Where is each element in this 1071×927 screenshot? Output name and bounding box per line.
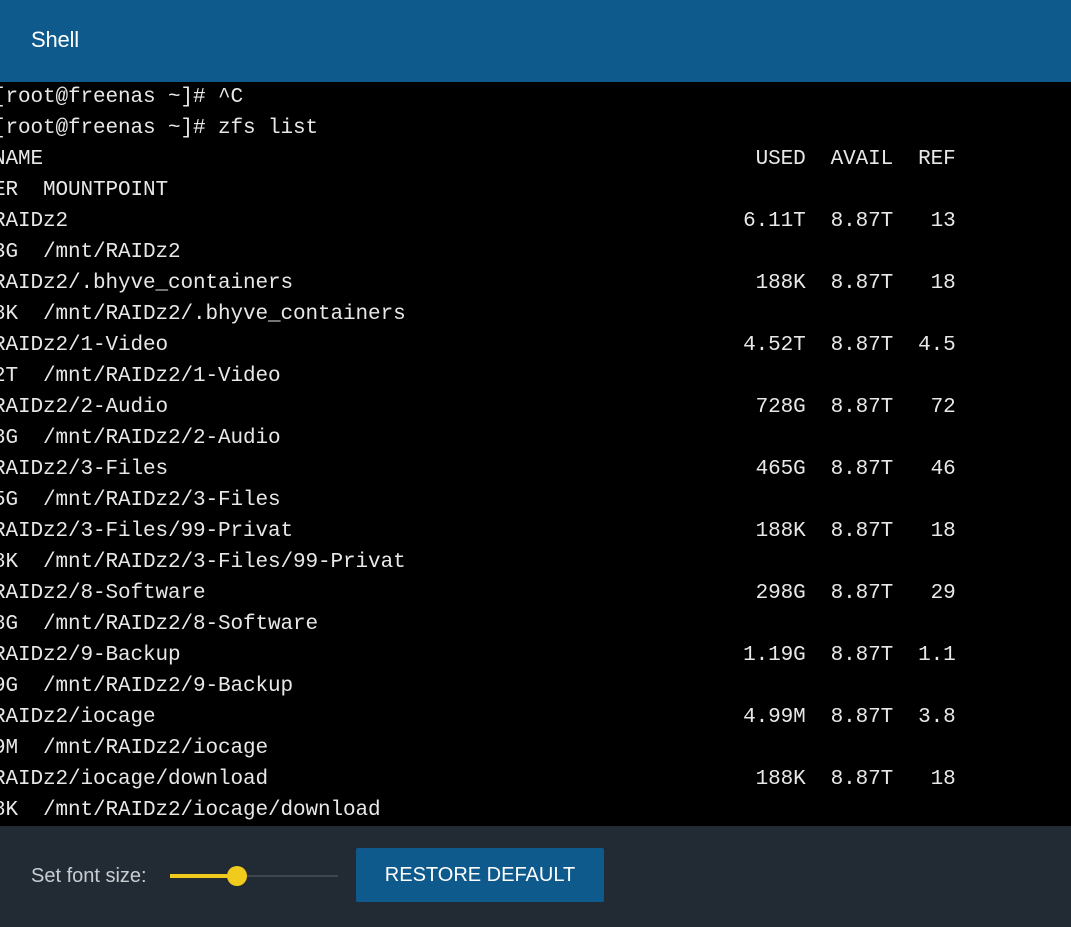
terminal-line: RAIDz2 6.11T 8.87T 13: [0, 210, 956, 233]
terminal-line: RAIDz2/3-Files 465G 8.87T 46: [0, 458, 956, 481]
terminal-line: 8G /mnt/RAIDz2/8-Software: [0, 613, 319, 636]
terminal-line: RAIDz2/9-Backup 1.19G 8.87T 1.1: [0, 644, 956, 667]
terminal-line: ER MOUNTPOINT: [0, 179, 169, 202]
restore-default-button[interactable]: RESTORE DEFAULT: [356, 848, 604, 902]
terminal-line: 8K /mnt/RAIDz2/.bhyve_containers: [0, 303, 406, 326]
terminal-line: 5G /mnt/RAIDz2/3-Files: [0, 489, 281, 512]
terminal-line: 3G /mnt/RAIDz2: [0, 241, 181, 264]
terminal-line: 9G /mnt/RAIDz2/9-Backup: [0, 675, 294, 698]
terminal-line: 8G /mnt/RAIDz2/2-Audio: [0, 427, 281, 450]
slider-thumb[interactable]: [227, 866, 247, 886]
terminal-window[interactable]: [root@freenas ~]# ^C [root@freenas ~]# zf…: [0, 82, 1071, 826]
terminal-line: RAIDz2/3-Files/99-Privat 188K 8.87T 18: [0, 520, 956, 543]
terminal-line: RAIDz2/8-Software 298G 8.87T 29: [0, 582, 956, 605]
terminal-line: RAIDz2/.bhyve_containers 188K 8.87T 18: [0, 272, 956, 295]
terminal-line: 8K /mnt/RAIDz2/iocage/download: [0, 799, 381, 822]
font-size-toolbar: Set font size: RESTORE DEFAULT: [0, 826, 1071, 927]
font-size-label: Set font size:: [31, 865, 147, 887]
terminal-line: 2T /mnt/RAIDz2/1-Video: [0, 365, 281, 388]
terminal-line: 9M /mnt/RAIDz2/iocage: [0, 737, 269, 760]
page-header: Shell: [0, 0, 1071, 82]
terminal-line: RAIDz2/1-Video 4.52T 8.87T 4.5: [0, 334, 956, 357]
terminal-line: RAIDz2/iocage 4.99M 8.87T 3.8: [0, 706, 956, 729]
shell-page: Shell [root@freenas ~]# ^C [root@freenas …: [0, 0, 1071, 927]
terminal-line: [root@freenas ~]# ^C: [0, 86, 244, 109]
terminal-output: [root@freenas ~]# ^C [root@freenas ~]# zf…: [0, 82, 956, 826]
terminal-line: [root@freenas ~]# zfs list: [0, 117, 319, 140]
font-size-slider[interactable]: [170, 864, 338, 888]
page-title: Shell: [31, 27, 79, 52]
terminal-line: 8K /mnt/RAIDz2/3-Files/99-Privat: [0, 551, 406, 574]
terminal-line: NAME USED AVAIL REF: [0, 148, 956, 171]
terminal-line: RAIDz2/iocage/download 188K 8.87T 18: [0, 768, 956, 791]
terminal-line: RAIDz2/2-Audio 728G 8.87T 72: [0, 396, 956, 419]
